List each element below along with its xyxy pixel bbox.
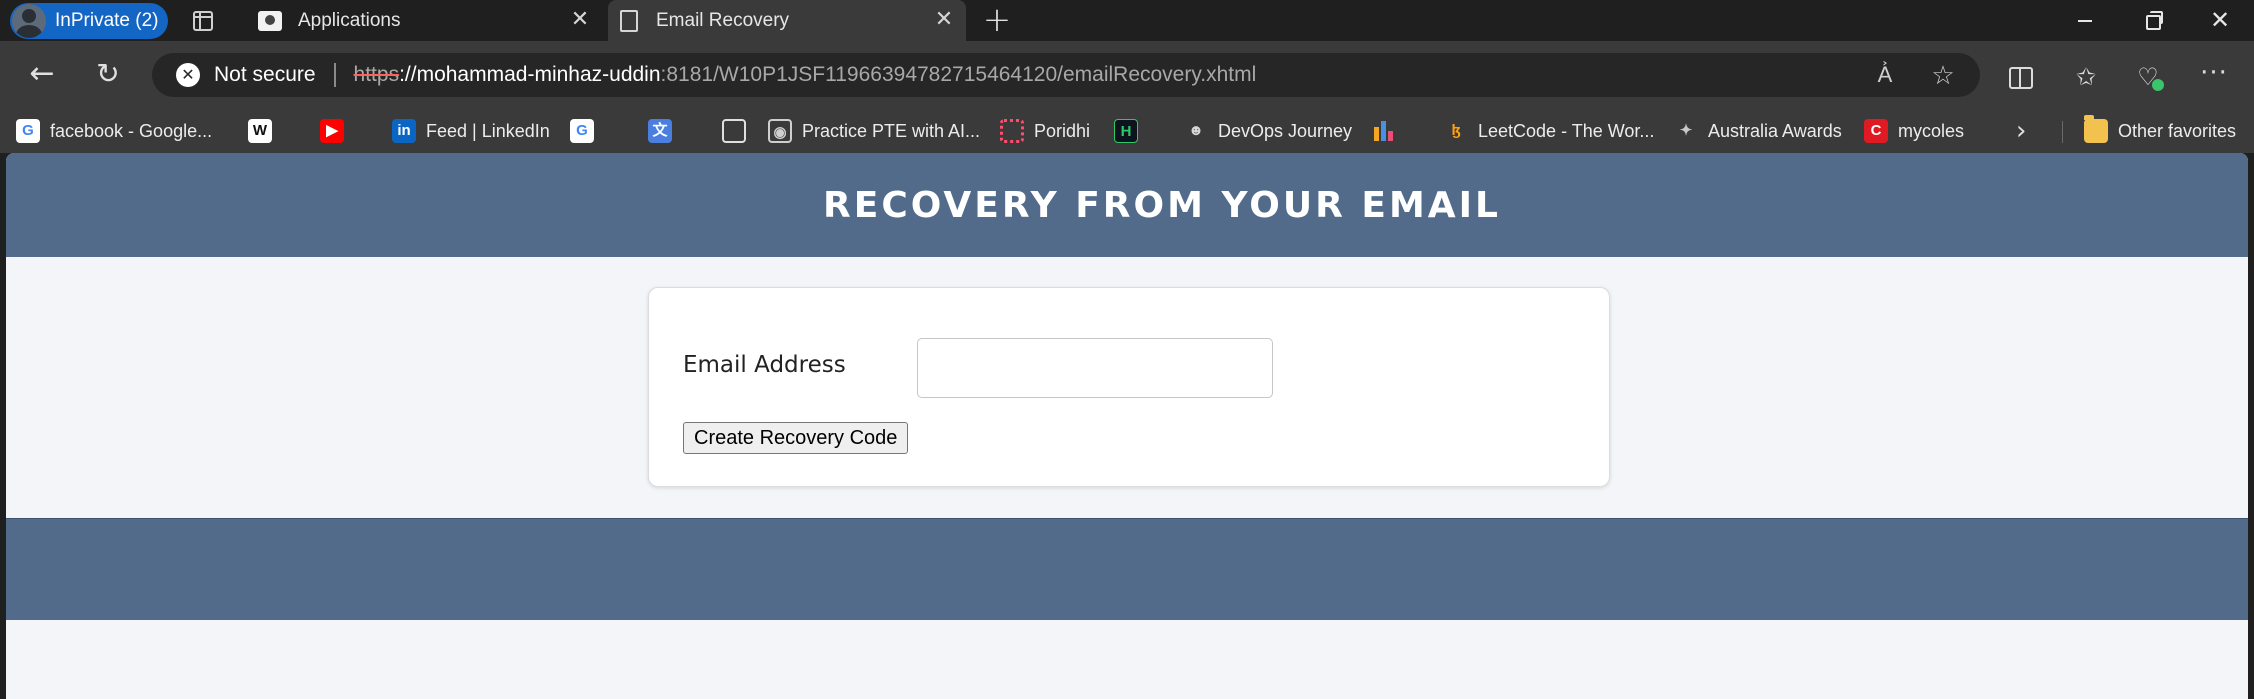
wikipedia-icon: W [248, 119, 272, 143]
australia-awards-icon: ✦ [1679, 122, 1693, 139]
url-host: ://mohammad-minhaz-uddin [399, 63, 661, 86]
split-screen-icon[interactable] [2006, 63, 2034, 91]
youtube-icon: ▶ [320, 119, 344, 143]
tab-applications[interactable]: Applications ✕ [246, 0, 602, 41]
bookmark-document[interactable] [722, 117, 746, 145]
tab-title: Applications [298, 9, 401, 31]
bookmark-hackerrank[interactable]: H [1114, 117, 1138, 145]
close-tab-icon[interactable]: ✕ [932, 8, 956, 32]
bookmark-label: Other favorites [2118, 120, 2237, 141]
minimize-button[interactable] [2050, 0, 2118, 41]
create-recovery-code-button[interactable]: Create Recovery Code [683, 422, 909, 454]
add-favorite-star-icon[interactable]: ☆ [1930, 63, 1956, 89]
pte-icon: ◉ [768, 119, 792, 143]
browser-essentials-icon[interactable]: ♡ [2134, 63, 2164, 91]
more-menu-icon[interactable]: ··· [2200, 60, 2228, 91]
linkedin-icon: in [392, 119, 416, 143]
more-bookmarks-chevron-icon[interactable]: › [2016, 117, 2026, 145]
bookmark-label: Practice PTE with AI... [802, 120, 981, 141]
poridhi-icon [1000, 119, 1024, 143]
bookmark-label: LeetCode - The Wor... [1478, 120, 1655, 141]
tab-actions-button[interactable] [190, 8, 216, 34]
google-translate-icon: 文 [648, 119, 672, 143]
document-favicon-icon [620, 9, 638, 32]
bookmark-linkedin[interactable]: in Feed | LinkedIn [392, 117, 550, 145]
close-tab-icon[interactable]: ✕ [568, 8, 592, 32]
chart-icon [1372, 119, 1396, 143]
folder-icon [2084, 115, 2108, 143]
url-scheme: https [353, 63, 400, 86]
tab-title: Email Recovery [656, 9, 790, 31]
status-dot-icon [2152, 79, 2164, 91]
bookmark-label: Australia Awards [1708, 120, 1842, 141]
bookmark-label: Feed | LinkedIn [426, 120, 550, 141]
inprivate-label: InPrivate (2) [55, 10, 159, 31]
leetcode-icon: ɮ [1451, 122, 1461, 139]
document-icon [722, 119, 746, 143]
email-address-label: Email Address [683, 352, 846, 378]
page-viewport: RECOVERY FROM YOUR EMAIL Email Address C… [6, 153, 2248, 699]
inprivate-profile-button[interactable]: InPrivate (2) [10, 3, 168, 39]
bookmark-mycoles[interactable]: C mycoles [1864, 117, 1964, 145]
bookmark-poridhi[interactable]: Poridhi [1000, 117, 1090, 145]
google-icon: G [570, 119, 594, 143]
applications-favicon-icon [258, 10, 282, 31]
bookmark-label: Poridhi [1034, 120, 1091, 141]
bookmark-chart[interactable] [1372, 117, 1396, 145]
bookmark-other-favorites[interactable]: Other favorites [2084, 115, 2237, 145]
back-button[interactable]: ← [22, 55, 62, 95]
bookmark-label: DevOps Journey [1218, 120, 1353, 141]
read-aloud-icon[interactable]: A͐ [1872, 63, 1898, 89]
tab-actions-icon [193, 11, 213, 31]
page-header: RECOVERY FROM YOUR EMAIL [6, 153, 2248, 257]
bookmark-australia-awards[interactable]: ✦ Australia Awards [1674, 117, 1842, 145]
address-separator [333, 63, 336, 87]
tab-bar: InPrivate (2) Applications ✕ Email Recov… [0, 0, 2254, 41]
google-icon: G [16, 119, 40, 143]
bookmark-leetcode[interactable]: ɮ LeetCode - The Wor... [1444, 117, 1654, 145]
url-text[interactable]: https://mohammad-minhaz-uddin:8181/W10P1… [354, 63, 1257, 87]
bookmark-label: mycoles [1898, 120, 1965, 141]
profile-avatar-icon [12, 4, 46, 38]
bookmark-label: facebook - Google... [50, 120, 213, 141]
navigation-bar: ← ↻ ✕ Not secure https://mohammad-minhaz… [0, 41, 2254, 109]
bookmark-devops-journey[interactable]: ☻ DevOps Journey [1184, 117, 1352, 145]
new-tab-button[interactable]: + [980, 3, 1014, 38]
hackerrank-icon: H [1114, 119, 1138, 143]
email-address-input[interactable] [917, 338, 1273, 398]
url-path: :8181/W10P1JSF11966394782715464120/email… [660, 63, 1257, 86]
bookmarks-separator [2062, 121, 2063, 143]
tab-email-recovery[interactable]: Email Recovery ✕ [608, 0, 966, 41]
bookmark-google[interactable]: G [570, 117, 594, 145]
bookmark-wikipedia[interactable]: W [248, 117, 272, 145]
page-title: RECOVERY FROM YOUR EMAIL [823, 184, 1501, 226]
restore-button[interactable] [2118, 0, 2186, 41]
window-close-button[interactable]: ✕ [2186, 0, 2254, 41]
security-label[interactable]: Not secure [214, 63, 316, 87]
bookmark-practice-pte[interactable]: ◉ Practice PTE with AI... [768, 117, 980, 145]
address-bar[interactable]: ✕ Not secure https://mohammad-minhaz-udd… [152, 53, 1980, 97]
page-footer [6, 518, 2248, 620]
bookmark-youtube[interactable]: ▶ [320, 117, 344, 145]
coles-icon: C [1864, 119, 1888, 143]
favorites-icon[interactable]: ✩ [2072, 63, 2100, 91]
bookmark-google-translate[interactable]: 文 [648, 117, 672, 145]
reload-button[interactable]: ↻ [88, 55, 128, 95]
devops-icon: ☻ [1188, 122, 1204, 139]
favorites-bar: G facebook - Google... W ▶ in Feed | Lin… [0, 109, 2254, 153]
recovery-form-card: Email Address Create Recovery Code [648, 287, 1610, 487]
not-secure-icon[interactable]: ✕ [176, 63, 200, 87]
bookmark-facebook-google[interactable]: G facebook - Google... [16, 117, 212, 145]
